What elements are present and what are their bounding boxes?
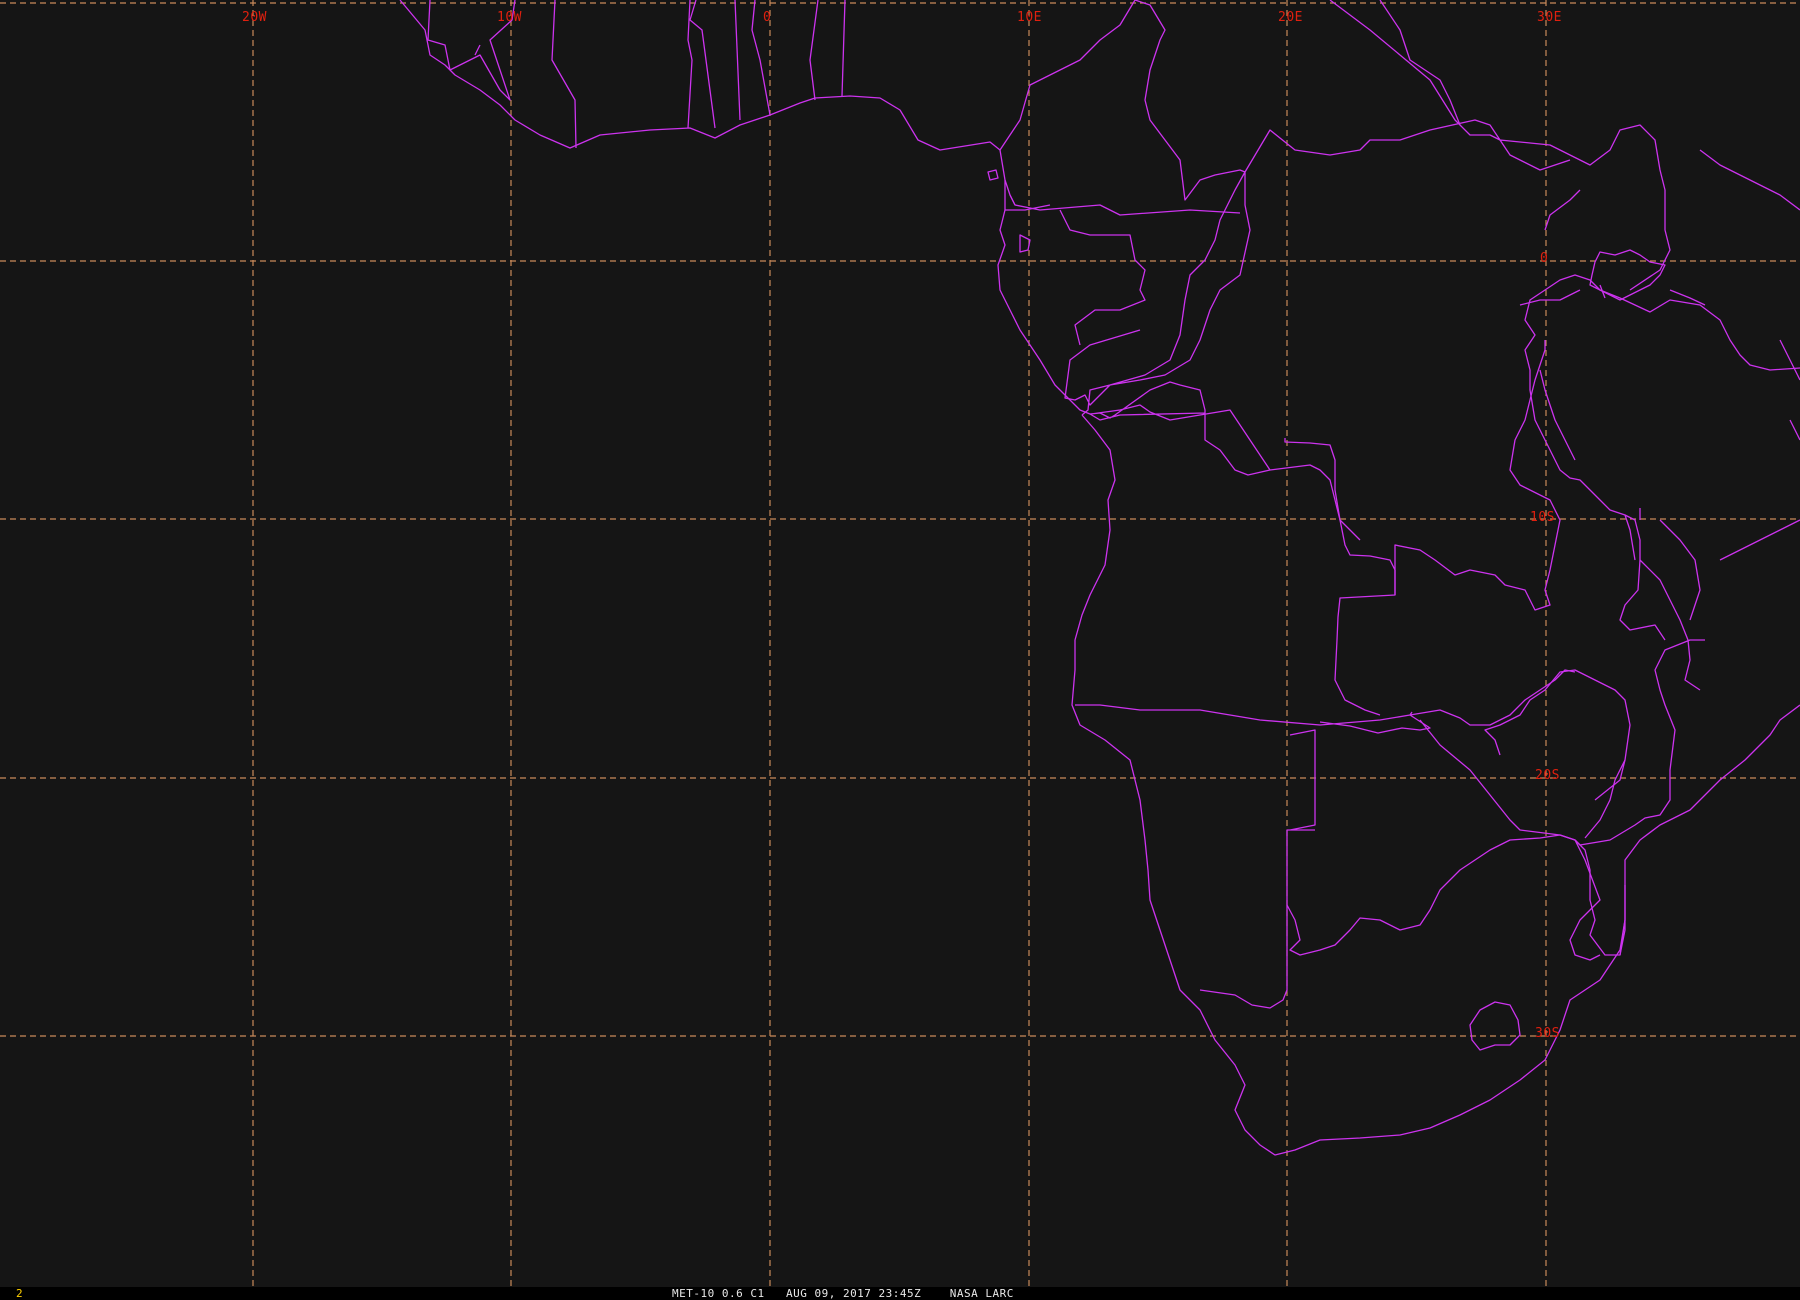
east-africa-rift-lakes (1519, 189, 1800, 691)
frame-number: 2 (16, 1287, 23, 1300)
latitude-label-20s: 20S (1535, 768, 1560, 783)
angola-coast-namibia (1071, 414, 1800, 1156)
mozambique-swaziland (1569, 639, 1705, 961)
nigeria-cameroon-borders (999, 0, 1241, 346)
coastlines-and-borders (399, 0, 1800, 1156)
lesotho-outline (1469, 1001, 1521, 1051)
latitude-label-0: 0 (1540, 251, 1549, 266)
congo-angola-borders (997, 209, 1361, 541)
image-caption: MET-10 0.6 C1 AUG 09, 2017 23:45Z NASA L… (672, 1287, 1014, 1300)
satellite-image-viewer[interactable]: 20W 10W 0 10E 20E 30E 0 10S 20S 30S (0, 0, 1800, 1287)
longitude-label-20w: 20W (242, 10, 267, 25)
longitude-label-10e: 10E (1017, 10, 1042, 25)
angola-namibia-border (1075, 669, 1576, 734)
map-canvas (0, 0, 1800, 1287)
west-africa-coastline (399, 0, 1016, 206)
longitude-label-0: 0 (763, 10, 772, 25)
graticule-grid (0, 0, 1800, 1287)
east-coast (1699, 149, 1800, 561)
south-africa-border (1286, 834, 1626, 956)
longitude-label-10w: 10W (497, 10, 522, 25)
latitude-label-30s: 30S (1535, 1026, 1560, 1041)
longitude-label-30e: 30E (1537, 10, 1562, 25)
longitude-label-20e: 20E (1278, 10, 1303, 25)
west-africa-borders (427, 0, 1051, 211)
central-africa-borders (1064, 0, 1671, 416)
zambia-zimbabwe-region (1394, 340, 1631, 846)
status-bar: 2 MET-10 0.6 C1 AUG 09, 2017 23:45Z NASA… (0, 1287, 1800, 1300)
bioko-island (987, 169, 999, 181)
latitude-label-10s: 10S (1530, 510, 1555, 525)
lake-victoria (1589, 249, 1666, 301)
